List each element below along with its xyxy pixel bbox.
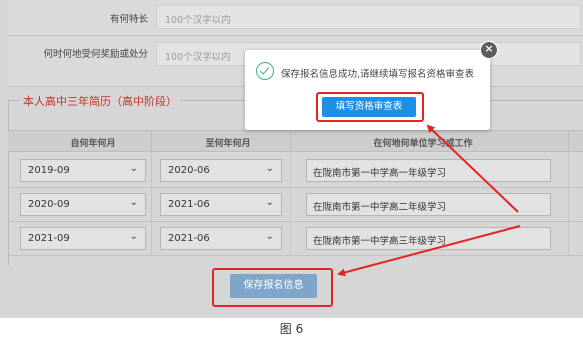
annotation-arrows (337, 124, 521, 277)
figure-caption: 图 6 (279, 322, 304, 336)
registration-page: 有何特长 100个汉字以内 何时何地受何奖励或处分 100个汉字以内 本人高中三… (0, 0, 583, 318)
arrow-to-save-button (337, 225, 521, 277)
arrow-to-modal-button (426, 124, 519, 213)
